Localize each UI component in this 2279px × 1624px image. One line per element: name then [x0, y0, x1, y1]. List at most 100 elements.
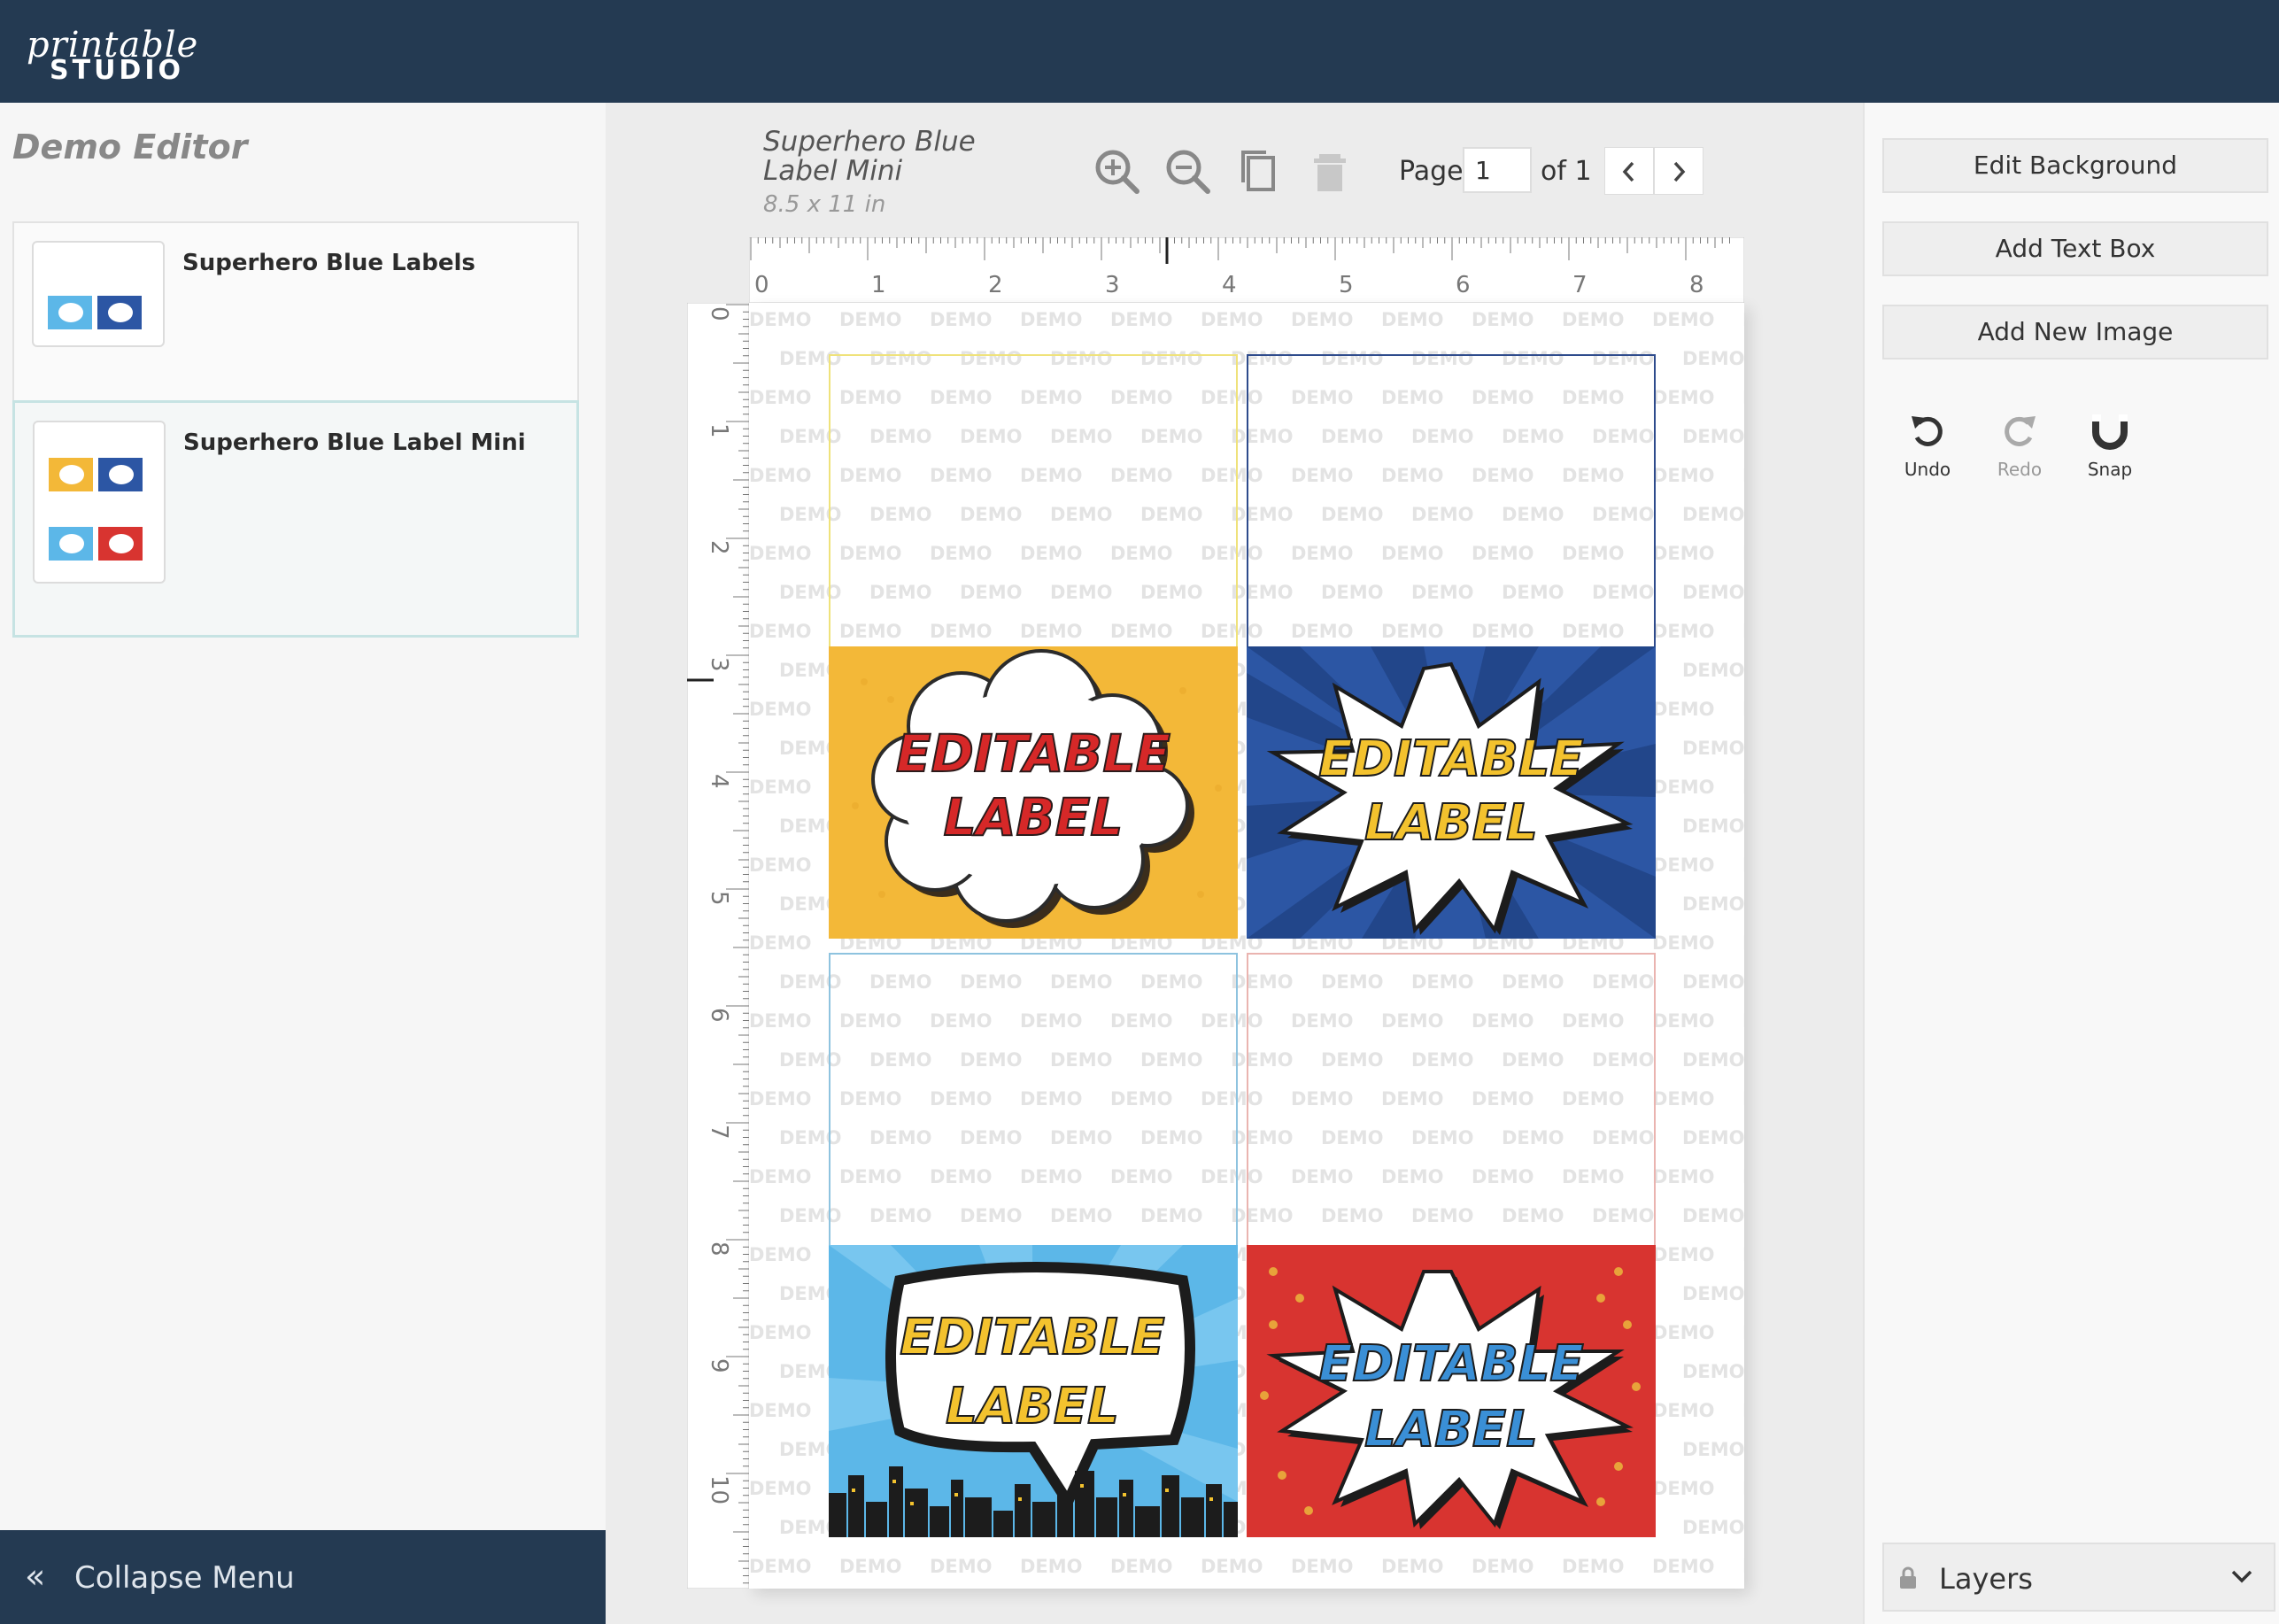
- watermark-text: DEMO: [749, 1088, 812, 1110]
- watermark-text: DEMO: [1562, 1556, 1625, 1577]
- thumb-label-red: [98, 527, 143, 561]
- watermark-text: DEMO: [1652, 1400, 1715, 1421]
- watermark-text: DEMO: [1652, 855, 1715, 876]
- watermark-text: DEMO: [1652, 777, 1715, 798]
- undo-button[interactable]: Undo: [1888, 411, 1967, 480]
- thumb-label-navy: [98, 458, 143, 491]
- label-image-burst-red[interactable]: EDITABLE LABEL: [1247, 1245, 1656, 1537]
- watermark-text: DEMO: [1110, 1556, 1173, 1577]
- watermark-text: DEMO: [1682, 660, 1744, 681]
- redo-label: Redo: [1997, 459, 2043, 480]
- watermark-text: DEMO: [749, 699, 812, 720]
- watermark-text: DEMO: [1742, 621, 1744, 642]
- watermark-text: DEMO: [1381, 309, 1444, 330]
- watermark-text: DEMO: [1562, 309, 1625, 330]
- label-line-2: LABEL: [945, 1377, 1120, 1436]
- watermark-text: DEMO: [749, 1322, 812, 1343]
- template-name: Superhero Blue Label Mini: [183, 429, 526, 456]
- label-slot-4[interactable]: EDITABLE LABEL: [1247, 953, 1656, 1537]
- ruler-tick-label: 0: [754, 272, 769, 298]
- watermark-text: DEMO: [1682, 1517, 1744, 1538]
- edit-background-button[interactable]: Edit Background: [1882, 138, 2268, 193]
- label-image-burst-blue[interactable]: EDITABLE LABEL: [1247, 646, 1656, 939]
- watermark-text: DEMO: [1652, 1166, 1715, 1187]
- watermark-text: DEMO: [1742, 1322, 1744, 1343]
- label-text[interactable]: EDITABLE LABEL: [1300, 1332, 1603, 1463]
- zoom-in-icon[interactable]: [1091, 145, 1144, 198]
- label-text[interactable]: EDITABLE LABEL: [891, 1303, 1174, 1442]
- next-page-button[interactable]: [1654, 147, 1703, 195]
- chevron-left-icon: [1622, 161, 1634, 182]
- watermark-text: DEMO: [749, 1010, 812, 1032]
- copy-icon[interactable]: [1232, 145, 1286, 198]
- watermark-text: DEMO: [930, 309, 993, 330]
- page-number-input[interactable]: [1463, 147, 1532, 193]
- watermark-text: DEMO: [1020, 1556, 1083, 1577]
- printable-studio-logo[interactable]: printable STUDIO: [23, 18, 197, 86]
- zoom-out-icon[interactable]: [1162, 145, 1215, 198]
- watermark-text: DEMO: [1682, 1127, 1744, 1148]
- watermark-text: DEMO: [749, 1556, 812, 1577]
- add-text-box-button[interactable]: Add Text Box: [1882, 221, 2268, 276]
- template-item-superhero-blue-label-mini[interactable]: Superhero Blue Label Mini: [12, 400, 579, 638]
- chevron-right-icon: [1673, 161, 1686, 182]
- watermark-text: DEMO: [1652, 621, 1715, 642]
- watermark-text: DEMO: [749, 387, 812, 408]
- label-line-1: EDITABLE: [895, 723, 1171, 785]
- ruler-tick-label: 5: [1339, 272, 1354, 298]
- ruler-tick-label: 10: [706, 1475, 732, 1504]
- label-canvas[interactable]: DEMO DEMO DEMO DEMO DEMO DEMO DEMO DEMO DEMO DEMO…: [749, 303, 1744, 1589]
- lock-icon: [1900, 1566, 1916, 1589]
- layers-toggle[interactable]: Layers: [1882, 1543, 2275, 1612]
- add-new-image-button[interactable]: Add New Image: [1882, 305, 2268, 360]
- watermark-text: DEMO: [1652, 543, 1715, 564]
- ruler-tick-label: 6: [1456, 272, 1471, 298]
- watermark-text: DEMO: [1682, 582, 1744, 603]
- label-image-cloud[interactable]: EDITABLE LABEL: [829, 646, 1238, 939]
- snap-button[interactable]: Snap: [2070, 411, 2150, 480]
- label-text[interactable]: EDITABLE LABEL: [1300, 728, 1603, 855]
- label-line-2: LABEL: [943, 786, 1124, 848]
- watermark-text: DEMO: [1652, 932, 1715, 954]
- watermark-text: DEMO: [1652, 309, 1715, 330]
- watermark-text: DEMO: [1742, 1556, 1744, 1577]
- label-slot-3[interactable]: EDITABLE LABEL: [829, 953, 1238, 1537]
- watermark-text: DEMO: [1652, 1088, 1715, 1110]
- snap-label: Snap: [2087, 459, 2133, 480]
- label-line-1: EDITABLE: [1317, 1334, 1584, 1394]
- label-slot-2[interactable]: EDITABLE LABEL: [1247, 354, 1656, 939]
- collapse-menu-label: Collapse Menu: [74, 1560, 295, 1596]
- watermark-text: DEMO: [1682, 1283, 1744, 1304]
- watermark-text: DEMO: [1682, 1439, 1744, 1460]
- label-slot-1[interactable]: EDITABLE LABEL: [829, 354, 1238, 939]
- redo-button[interactable]: Redo: [1980, 411, 2059, 480]
- chevron-down-icon: [2231, 1570, 2252, 1583]
- vertical-ruler: 0 1 2 3 4 5 6 7 8 9 10: [687, 303, 749, 1589]
- prev-page-button[interactable]: [1604, 147, 1654, 195]
- watermark-text: DEMO: [1742, 1478, 1744, 1499]
- label-image-speech[interactable]: EDITABLE LABEL: [829, 1245, 1238, 1537]
- document-size: 8.5 x 11 in: [763, 191, 886, 218]
- watermark-text: DEMO: [749, 465, 812, 486]
- label-text[interactable]: EDITABLE LABEL: [882, 722, 1185, 849]
- collapse-menu-button[interactable]: « Collapse Menu: [0, 1530, 606, 1624]
- watermark-text: DEMO: [1682, 1049, 1744, 1071]
- watermark-text: DEMO: [1652, 1244, 1715, 1265]
- watermark-text: DEMO: [1742, 387, 1744, 408]
- trash-icon[interactable]: [1303, 145, 1356, 198]
- watermark-text: DEMO: [749, 309, 812, 330]
- watermark-text: DEMO: [1652, 1322, 1715, 1343]
- watermark-text: DEMO: [1682, 426, 1744, 447]
- ruler-tick-label: 7: [706, 1125, 732, 1140]
- redo-icon: [2005, 416, 2036, 446]
- watermark-text: DEMO: [749, 543, 812, 564]
- label-slot-outline: [1247, 354, 1656, 646]
- watermark-text: DEMO: [1652, 465, 1715, 486]
- watermark-text: DEMO: [1682, 504, 1744, 525]
- template-item-superhero-blue-labels[interactable]: Superhero Blue Labels: [12, 221, 579, 400]
- page-count: of 1: [1541, 156, 1592, 187]
- logo-studio-text: STUDIO: [50, 55, 184, 86]
- watermark-text: DEMO: [1291, 309, 1354, 330]
- watermark-text: DEMO: [1742, 932, 1744, 954]
- watermark-text: DEMO: [749, 1478, 812, 1499]
